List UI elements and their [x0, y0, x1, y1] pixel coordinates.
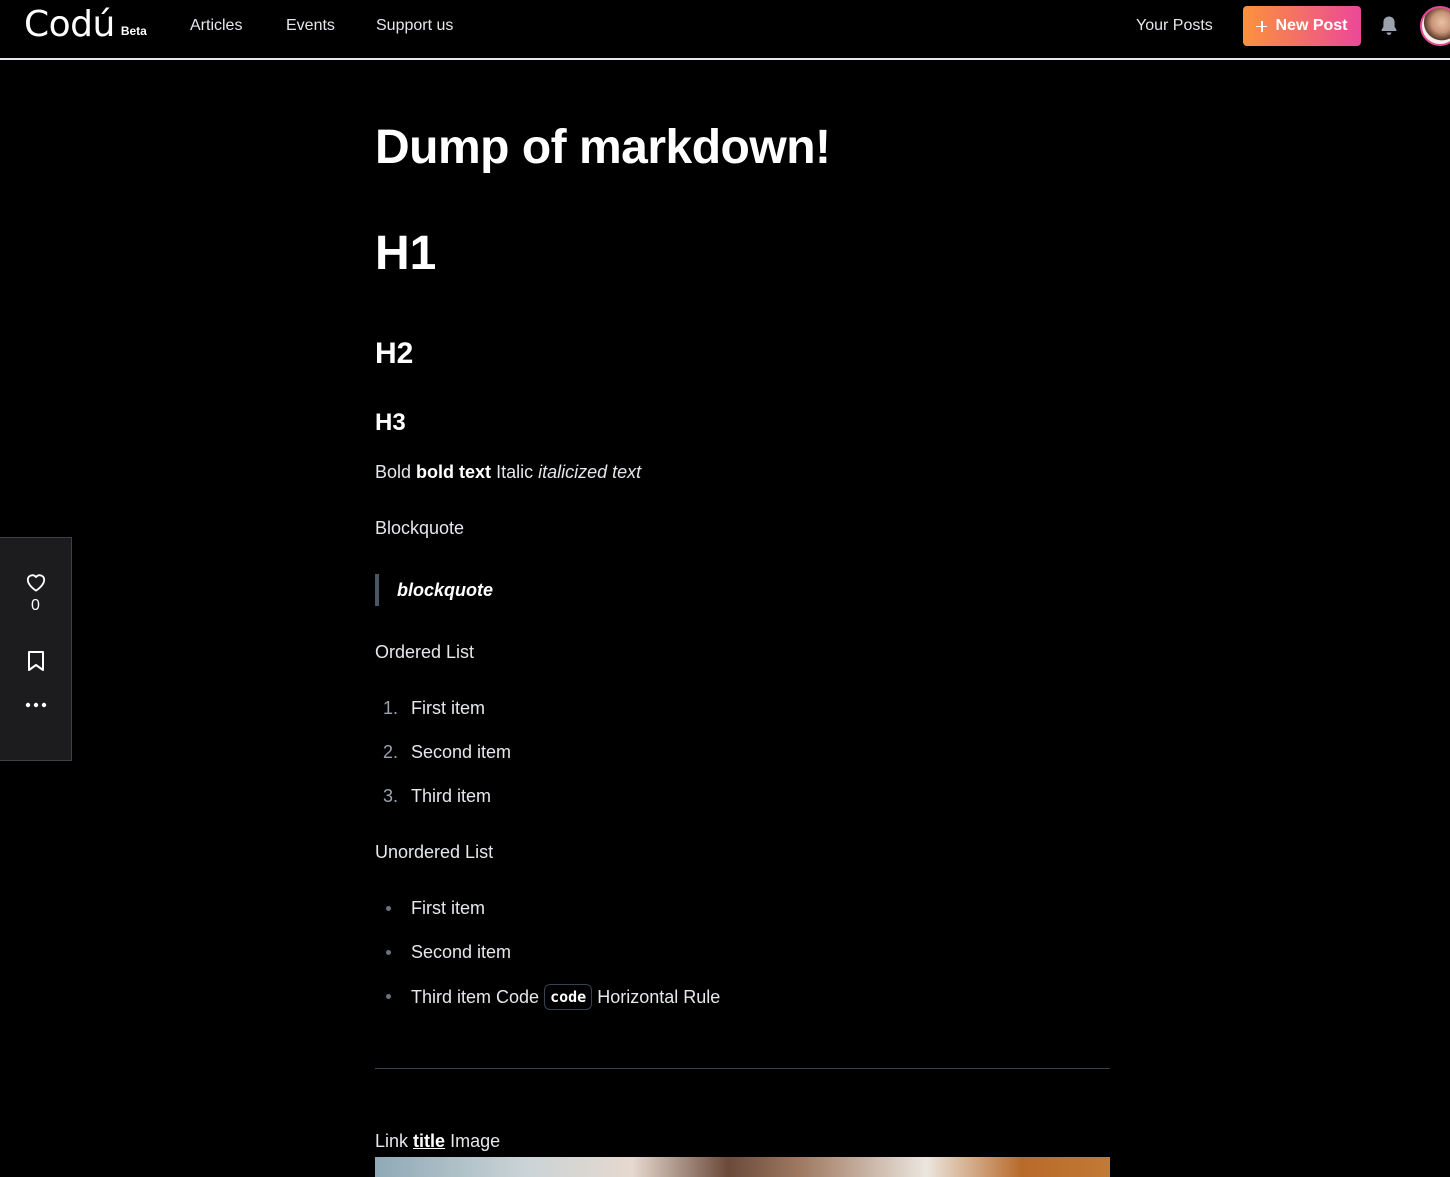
heart-icon — [26, 574, 45, 592]
user-avatar[interactable] — [1420, 6, 1450, 46]
top-navigation: Codú Beta Articles Events Support us You… — [0, 0, 1450, 60]
bell-icon[interactable] — [1379, 15, 1399, 37]
inline-code: code — [544, 984, 593, 1010]
heading-h3: H3 — [375, 409, 406, 436]
your-posts-link[interactable]: Your Posts — [1136, 17, 1213, 35]
list-item-text: Second item — [411, 942, 512, 962]
unordered-list-item: Second item — [375, 940, 720, 984]
link-paragraph: Link title Image — [375, 1129, 500, 1153]
list-item-text: First item — [411, 898, 485, 918]
nav-support-link[interactable]: Support us — [376, 17, 453, 35]
ordered-list-label: Ordered List — [375, 642, 475, 662]
plus-icon — [1256, 20, 1268, 32]
bold-label: Bold — [375, 462, 412, 482]
post-actions-sidebar: 0 — [0, 537, 72, 761]
bold-italic-paragraph: Bold bold text Italic italicized text — [375, 460, 641, 484]
codu-logo[interactable]: Codú Beta — [24, 4, 147, 46]
heading-h2: H2 — [375, 337, 414, 370]
list-item-trailing-text: Horizontal Rule — [597, 987, 721, 1007]
bullet-icon — [386, 906, 391, 911]
link-label: Link — [375, 1131, 409, 1151]
list-item-text: Third item — [411, 786, 492, 806]
heading-h1: H1 — [375, 227, 437, 280]
nav-articles-link[interactable]: Articles — [190, 17, 242, 35]
unordered-list-label: Unordered List — [375, 842, 494, 862]
list-item-text: First item — [411, 698, 485, 718]
more-options-button[interactable] — [0, 702, 71, 708]
bookmark-icon — [27, 651, 44, 671]
blockquote: blockquote — [375, 574, 493, 606]
bold-text: bold text — [416, 462, 492, 482]
post-title: Dump of markdown! — [375, 121, 831, 174]
logo-wordmark: Codú — [24, 4, 115, 45]
ordered-list-item: 1. First item — [375, 696, 511, 740]
italic-label: Italic — [496, 462, 534, 482]
list-item-text: Second item — [411, 742, 512, 762]
nav-events-link[interactable]: Events — [286, 17, 335, 35]
unordered-list-item: First item — [375, 896, 720, 940]
ordered-list-item: 3. Third item — [375, 784, 511, 828]
list-item-text: Third item Code — [411, 987, 540, 1007]
ordered-list-item: 2. Second item — [375, 740, 511, 784]
bookmark-button[interactable] — [0, 650, 71, 672]
bullet-icon — [386, 950, 391, 955]
blockquote-label: Blockquote — [375, 518, 465, 538]
bullet-icon — [386, 994, 391, 999]
italic-text: italicized text — [538, 462, 642, 482]
like-count: 0 — [31, 597, 40, 614]
like-button[interactable]: 0 — [0, 572, 71, 616]
unordered-list: First item Second item Third item Code c… — [375, 896, 720, 1028]
more-icon — [25, 702, 46, 708]
list-number: 1. — [383, 698, 399, 718]
ordered-list: 1. First item 2. Second item 3. Third it… — [375, 696, 511, 828]
new-post-button[interactable]: New Post — [1243, 6, 1361, 46]
article-image — [375, 1157, 1110, 1177]
new-post-label: New Post — [1275, 17, 1348, 34]
list-number: 2. — [383, 742, 399, 762]
horizontal-rule — [375, 1068, 1110, 1069]
list-number: 3. — [383, 786, 399, 806]
image-label: Image — [450, 1131, 501, 1151]
beta-badge: Beta — [120, 24, 147, 38]
title-link[interactable]: title — [413, 1131, 445, 1151]
unordered-list-item: Third item Code code Horizontal Rule — [375, 984, 720, 1028]
